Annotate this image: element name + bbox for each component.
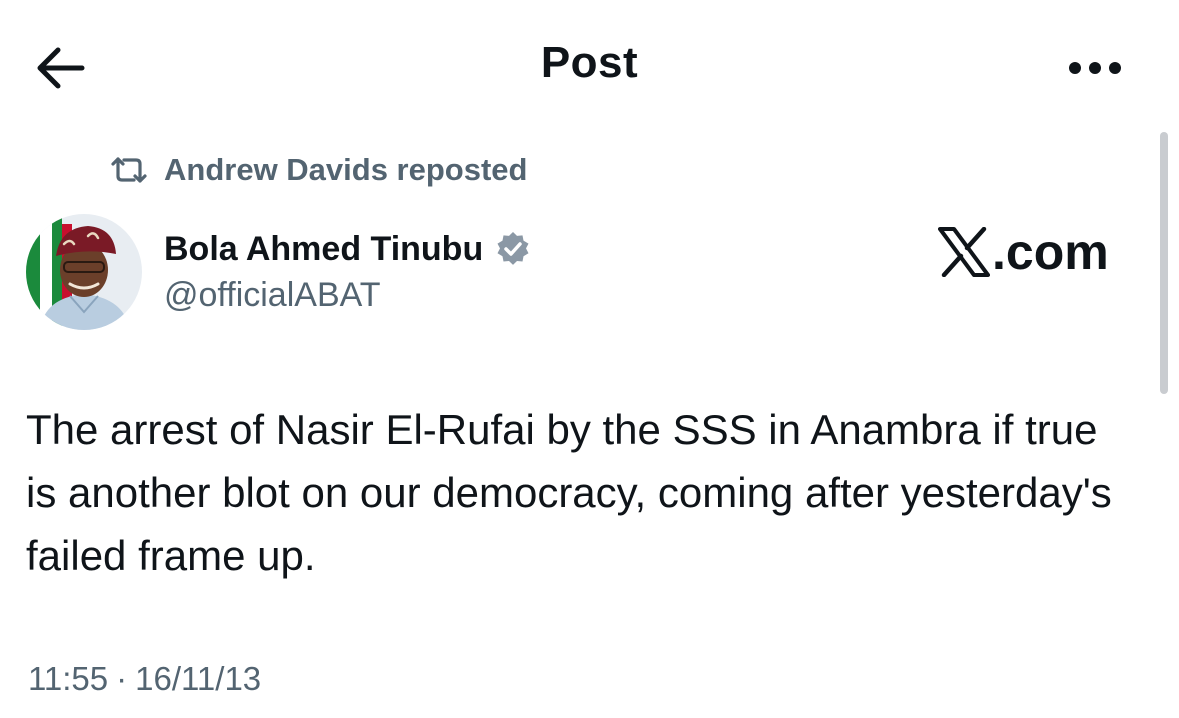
x-com-watermark: .com (938, 222, 1109, 282)
post-time: 11:55 (28, 660, 109, 697)
avatar[interactable] (26, 214, 142, 330)
verified-badge-icon (497, 231, 529, 265)
repost-context[interactable]: Andrew Davids reposted (108, 148, 527, 192)
watermark-text: .com (992, 224, 1109, 280)
meta-separator: · (116, 660, 128, 697)
more-options-button[interactable] (1060, 48, 1130, 88)
author-name: Bola Ahmed Tinubu (164, 229, 484, 268)
author-name-link[interactable]: Bola Ahmed Tinubu (164, 226, 531, 272)
post-text: The arrest of Nasir El-Rufai by the SSS … (26, 406, 1112, 579)
author-handle[interactable]: @officialABAT (164, 276, 381, 315)
post-timestamp[interactable]: 11:55 · 16/11/13 (28, 660, 261, 698)
repost-label: Andrew Davids reposted (164, 152, 528, 187)
post-date: 16/11/13 (135, 660, 262, 697)
profile-photo (26, 214, 142, 330)
page-title: Post (540, 38, 639, 87)
scrollbar[interactable] (1160, 132, 1168, 394)
more-horizontal-icon (1069, 62, 1121, 74)
repost-icon (111, 157, 147, 183)
x-logo-icon (938, 227, 990, 277)
